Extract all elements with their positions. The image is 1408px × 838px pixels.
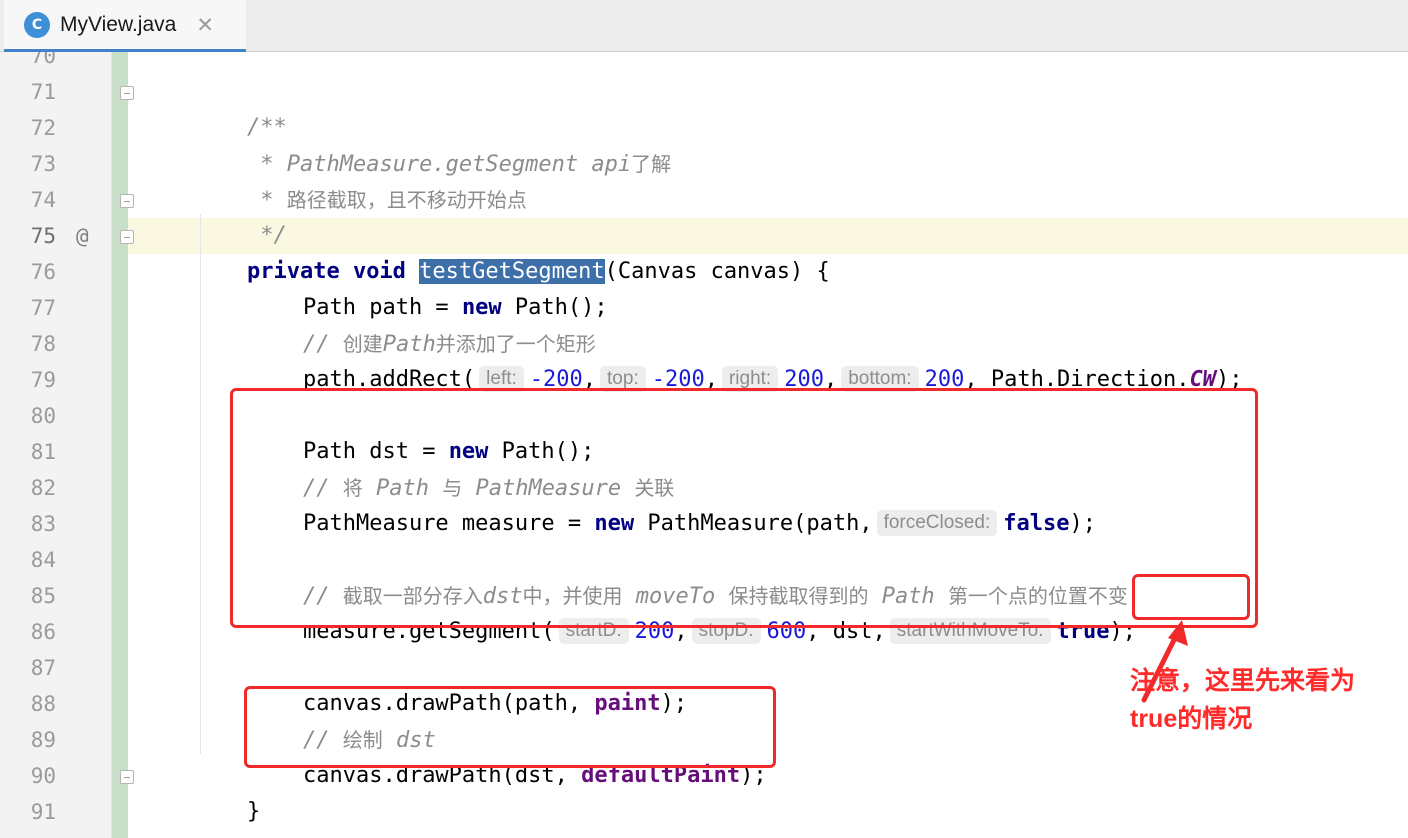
fold-icon[interactable] bbox=[120, 86, 134, 100]
code-line-current[interactable]: private void testGetSegment(Canvas canva… bbox=[194, 218, 830, 284]
line-number: 72 bbox=[30, 116, 56, 140]
code-line[interactable]: * PathMeasure.getSegment api了解 bbox=[194, 110, 671, 177]
line-number: 73 bbox=[30, 152, 56, 176]
line-number: 91 bbox=[30, 800, 56, 824]
code-line[interactable]: path.addRect(left: -200, top: -200, right: 20… bbox=[250, 326, 1243, 392]
line-number: 83 bbox=[30, 512, 56, 536]
editor-tab-bar: C MyView.java ✕ bbox=[0, 0, 1408, 52]
code-line[interactable]: Path path = new Path(); bbox=[250, 254, 608, 320]
highlight-box-draw-dst bbox=[244, 686, 776, 768]
line-number: 90 bbox=[30, 764, 56, 788]
code-line[interactable]: canvas.drawPath(path, paint); bbox=[250, 650, 687, 716]
line-number: 82 bbox=[30, 476, 56, 500]
line-number: 80 bbox=[30, 404, 56, 428]
close-icon[interactable]: ✕ bbox=[196, 13, 214, 37]
fold-icon[interactable] bbox=[120, 230, 134, 244]
annotation-callout: 注意，这里先来看为 true的情况 bbox=[1130, 662, 1400, 738]
code-line[interactable]: // 创建Path并添加了一个矩形 bbox=[250, 290, 596, 357]
line-number: 85 bbox=[30, 584, 56, 608]
tab-myview-java[interactable]: C MyView.java ✕ bbox=[4, 0, 246, 52]
line-number: 81 bbox=[30, 440, 56, 464]
java-class-icon: C bbox=[24, 11, 50, 38]
fold-icon[interactable] bbox=[120, 770, 134, 784]
line-number: 71 bbox=[30, 80, 56, 104]
override-marker-icon[interactable]: @ bbox=[76, 218, 89, 254]
fold-icon[interactable] bbox=[120, 194, 134, 208]
line-number: 88 bbox=[30, 692, 56, 716]
highlight-box-segment-block bbox=[230, 388, 1258, 628]
comment-text: 路径截取，且不移动开始点 bbox=[286, 188, 527, 212]
callout-line-1: 注意，这里先来看为 bbox=[1130, 667, 1356, 695]
line-number: 74 bbox=[30, 188, 56, 212]
line-number: 77 bbox=[30, 296, 56, 320]
vcs-change-marker[interactable] bbox=[112, 52, 128, 838]
line-number: 78 bbox=[30, 332, 56, 356]
line-number: 89 bbox=[30, 728, 56, 752]
line-number: 84 bbox=[30, 548, 56, 572]
code-text: (Canvas canvas) { bbox=[604, 259, 830, 284]
code-line[interactable]: */ bbox=[194, 182, 287, 248]
code-text: } bbox=[246, 799, 261, 824]
line-number: 70 bbox=[30, 52, 56, 68]
line-number: 76 bbox=[30, 260, 56, 284]
line-number: 86 bbox=[30, 620, 56, 644]
tab-label: MyView.java bbox=[60, 12, 177, 36]
line-number: 87 bbox=[30, 656, 56, 680]
line-number: 79 bbox=[30, 368, 56, 392]
line-number-current: 75 bbox=[30, 224, 56, 248]
code-line[interactable]: /** bbox=[194, 74, 287, 140]
callout-line-2: true的情况 bbox=[1130, 705, 1253, 733]
comment-text: 了解 bbox=[631, 152, 672, 176]
line-number-gutter: 70 71 72 73 74 75 76 77 78 79 80 81 82 8… bbox=[0, 52, 112, 838]
code-line[interactable]: * 路径截取，且不移动开始点 bbox=[194, 146, 527, 213]
